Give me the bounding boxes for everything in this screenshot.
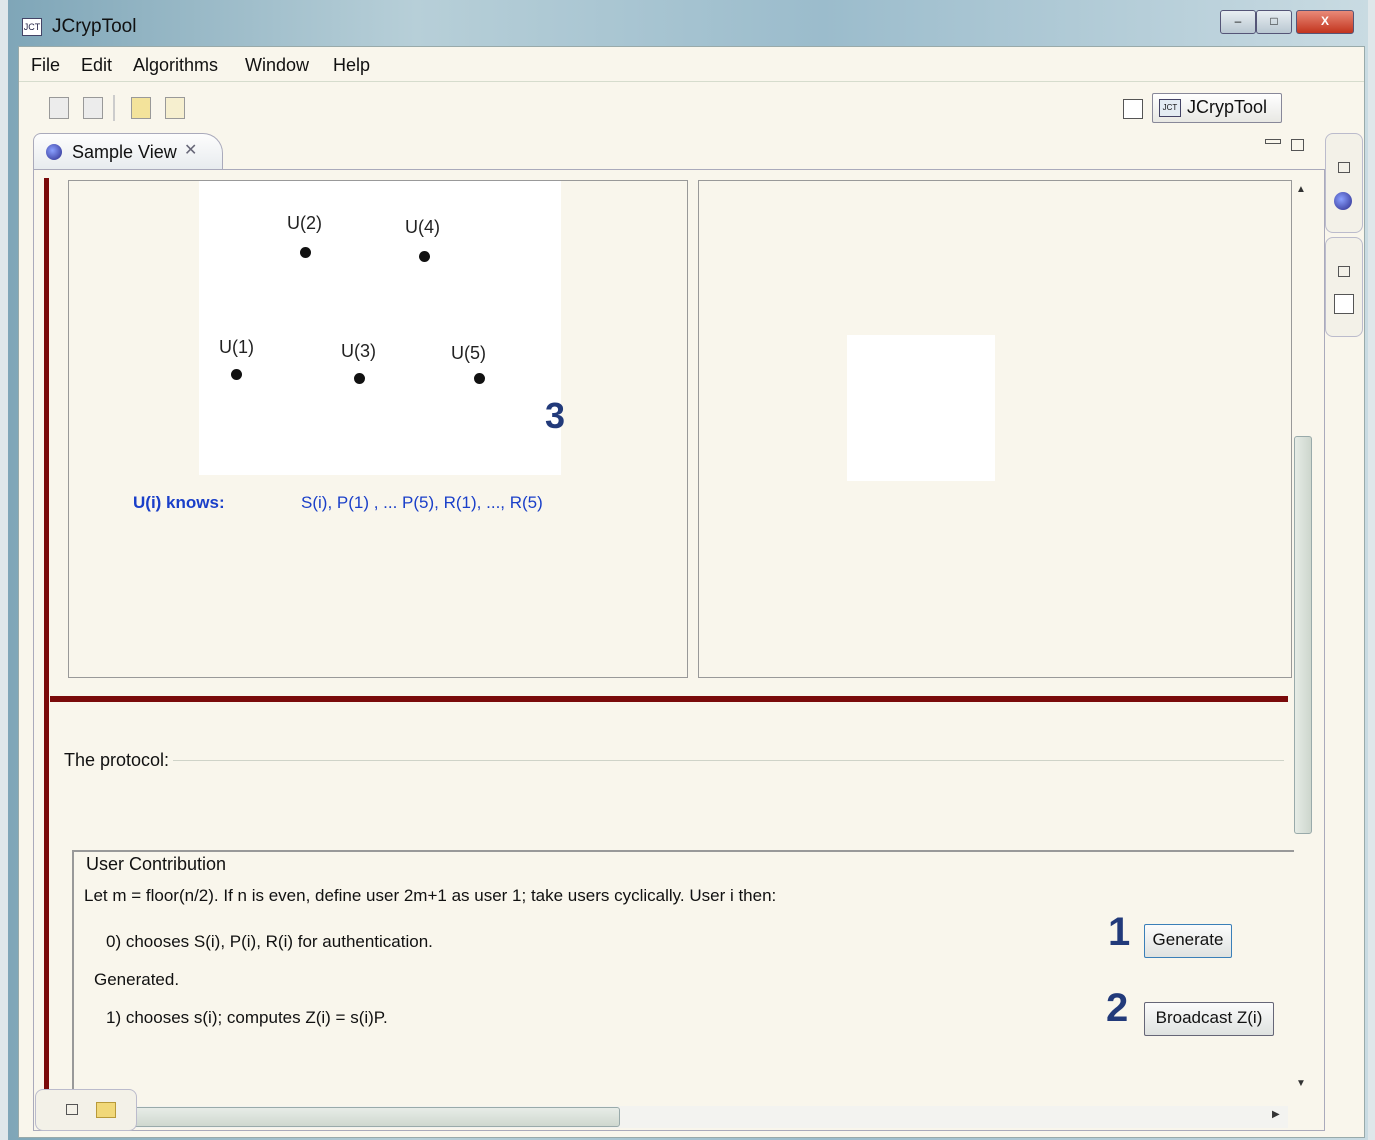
tab-sample-view[interactable]: Sample View ✕ — [33, 133, 223, 170]
user-contribution-title: User Contribution — [82, 854, 231, 875]
knows-label: U(i) knows: — [133, 493, 225, 512]
jct-logo-icon: JCT — [1159, 99, 1181, 117]
vertical-scroll-thumb[interactable] — [1294, 436, 1312, 834]
perspective-button[interactable]: JCT JCrypTool — [1152, 93, 1282, 123]
menu-file[interactable]: File — [31, 55, 60, 76]
toolbar-separator — [113, 95, 115, 121]
user-diagram: U(2) U(4) U(1) U(3) U(5) 3 — [199, 181, 565, 475]
node-label: U(2) — [287, 213, 322, 233]
view-tab-row: Sample View ✕ — [33, 133, 1323, 171]
restore-icon[interactable] — [66, 1104, 78, 1115]
hex-icon[interactable] — [131, 97, 151, 119]
horizontal-scroll-thumb[interactable] — [72, 1107, 620, 1127]
step1-text: 1) chooses s(i); computes Z(i) = s(i)P. — [106, 1008, 388, 1027]
scroll-up-icon[interactable]: ▲ — [1296, 184, 1306, 195]
toolbar: JCT JCrypTool — [19, 83, 1364, 129]
menu-edit[interactable]: Edit — [81, 55, 112, 76]
horizontal-scrollbar[interactable]: ◀ ▶ — [50, 1106, 1288, 1128]
right-panel — [698, 180, 1292, 678]
blank-canvas — [847, 335, 995, 481]
divider-bar — [50, 696, 1288, 702]
knows-value: S(i), P(1) , ... P(5), R(1), ..., R(5) — [301, 493, 543, 512]
node-dot — [231, 369, 242, 380]
restore-view-icon[interactable] — [1291, 139, 1304, 151]
restore-icon[interactable] — [1338, 162, 1350, 173]
open-perspective-icon[interactable] — [1123, 99, 1143, 119]
folder-icon[interactable] — [96, 1102, 116, 1118]
menu-bar: File Edit Algorithms Window Help — [19, 47, 1364, 82]
node-dot — [300, 247, 311, 258]
dock-stack — [1325, 133, 1363, 233]
save-icon[interactable] — [49, 97, 69, 119]
side-dock — [1325, 133, 1363, 339]
node-label: U(1) — [219, 337, 254, 357]
eclipse-view-icon[interactable] — [1334, 192, 1352, 210]
diagram-panel: U(2) U(4) U(1) U(3) U(5) 3 U(i) knows: S… — [68, 180, 688, 678]
menu-window[interactable]: Window — [245, 55, 309, 76]
menu-help[interactable]: Help — [333, 55, 370, 76]
step0-text: 0) chooses S(i), P(i), R(i) for authenti… — [106, 932, 433, 951]
tab-label: Sample View — [72, 142, 177, 162]
node-label: U(5) — [451, 343, 486, 363]
workbench: File Edit Algorithms Window Help JCT JCr… — [18, 46, 1365, 1138]
node-label: U(3) — [341, 341, 376, 361]
node-dot — [354, 373, 365, 384]
application-window: JCT JCrypTool – □ X File Edit Algorithms… — [8, 0, 1368, 1140]
menu-algorithms[interactable]: Algorithms — [133, 55, 218, 76]
node-label: U(4) — [405, 217, 440, 237]
minimize-button[interactable]: – — [1220, 10, 1256, 34]
sample-view-content: U(2) U(4) U(1) U(3) U(5) 3 U(i) knows: S… — [33, 169, 1325, 1131]
eclipse-view-icon — [46, 144, 62, 160]
perspective-label: JCrypTool — [1187, 97, 1268, 117]
scroll-right-icon[interactable]: ▶ — [1272, 1109, 1280, 1120]
close-button[interactable]: X — [1296, 10, 1354, 34]
edit-note-icon[interactable] — [1334, 294, 1354, 314]
step-marker: 1 — [1108, 910, 1131, 954]
dock-stack — [1325, 237, 1363, 337]
maximize-button[interactable]: □ — [1256, 10, 1292, 34]
vertical-scrollbar[interactable]: ▲ ▼ — [1292, 180, 1312, 1089]
restore-icon[interactable] — [1338, 266, 1350, 277]
step-marker: 3 — [545, 395, 566, 436]
tab-close-icon[interactable]: ✕ — [184, 140, 197, 160]
protocol-group-label: The protocol: — [64, 750, 174, 771]
divider-bar — [44, 178, 49, 1098]
generated-status: Generated. — [94, 970, 180, 989]
minimize-view-icon[interactable] — [1265, 139, 1281, 144]
window-title: JCrypTool — [52, 16, 137, 37]
title-bar: JCT JCrypTool – □ X — [8, 0, 1368, 44]
generate-button[interactable]: Generate — [1144, 924, 1232, 958]
node-dot — [474, 373, 485, 384]
print-icon[interactable] — [83, 97, 103, 119]
node-dot — [419, 251, 430, 262]
group-border — [64, 760, 1284, 761]
protocol-intro-text: Let m = floor(n/2). If n is even, define… — [84, 886, 777, 905]
bottom-dock — [35, 1089, 137, 1131]
broadcast-button[interactable]: Broadcast Z(i) — [1144, 1002, 1274, 1036]
step-marker: 2 — [1106, 986, 1129, 1030]
scroll-down-icon[interactable]: ▼ — [1296, 1078, 1306, 1089]
document-icon[interactable] — [165, 97, 185, 119]
jct-logo-icon: JCT — [22, 18, 42, 36]
